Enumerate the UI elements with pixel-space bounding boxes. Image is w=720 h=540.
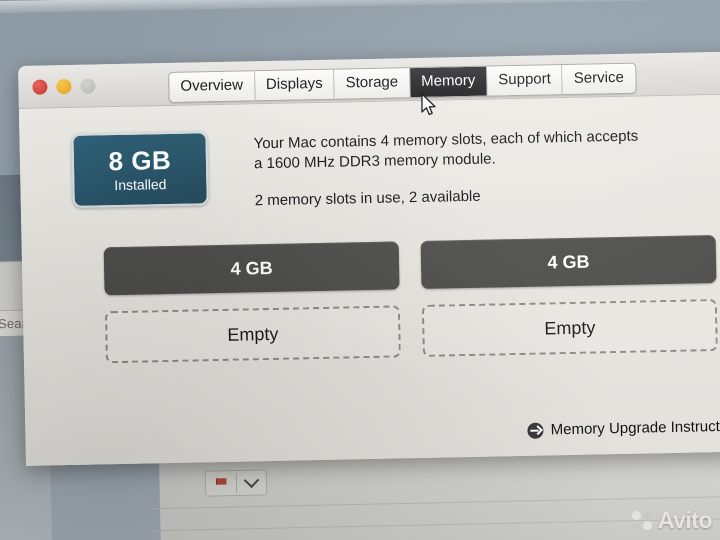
monitor-bezel — [0, 0, 720, 14]
zoom-button[interactable] — [80, 77, 96, 94]
installed-memory-badge: 8 GB Installed — [71, 131, 209, 208]
tab-storage[interactable]: Storage — [334, 68, 411, 99]
traffic-light-group — [32, 77, 96, 95]
memory-slot-1[interactable]: 4 GB — [103, 241, 400, 296]
tab-displays[interactable]: Displays — [254, 69, 335, 101]
memory-slot-grid: 4 GB Empty 4 GB Empty — [103, 235, 718, 364]
background-toolbar-group[interactable] — [204, 469, 268, 497]
chevron-down-icon[interactable] — [236, 470, 266, 495]
tab-support[interactable]: Support — [487, 65, 564, 96]
memory-slot-2[interactable]: Empty — [104, 305, 401, 364]
installed-memory-label: Installed — [114, 175, 167, 193]
about-this-mac-window: Overview Displays Storage Memory Support… — [18, 51, 720, 466]
avito-watermark-text: Avito — [657, 507, 713, 533]
installed-memory-amount: 8 GB — [108, 144, 172, 176]
memory-upgrade-instructions-label: Memory Upgrade Instructions — [550, 417, 720, 439]
memory-description: Your Mac contains 4 memory slots, each o… — [253, 126, 684, 212]
memory-slot-3[interactable]: 4 GB — [420, 235, 717, 289]
flag-icon[interactable] — [206, 471, 236, 496]
memory-upgrade-instructions-link[interactable]: Memory Upgrade Instructions — [527, 417, 720, 438]
memory-slot-column-right: 4 GB Empty — [420, 235, 718, 357]
screen-photo: Sear Overview Displays Storage Memory Su… — [0, 0, 720, 540]
memory-panel: 8 GB Installed Your Mac contains 4 memor… — [18, 94, 720, 466]
memory-slot-4[interactable]: Empty — [421, 299, 718, 357]
avito-watermark: Avito — [631, 507, 713, 534]
memory-slot-column-left: 4 GB Empty — [103, 241, 401, 364]
minimize-button[interactable] — [56, 78, 72, 94]
avito-logo-icon — [631, 510, 654, 531]
tab-bar: Overview Displays Storage Memory Support… — [168, 62, 637, 103]
tab-service[interactable]: Service — [562, 63, 636, 95]
close-button[interactable] — [32, 78, 48, 95]
tab-overview[interactable]: Overview — [169, 71, 256, 102]
arrow-right-circle-icon — [527, 422, 544, 439]
tab-memory[interactable]: Memory — [409, 66, 488, 98]
